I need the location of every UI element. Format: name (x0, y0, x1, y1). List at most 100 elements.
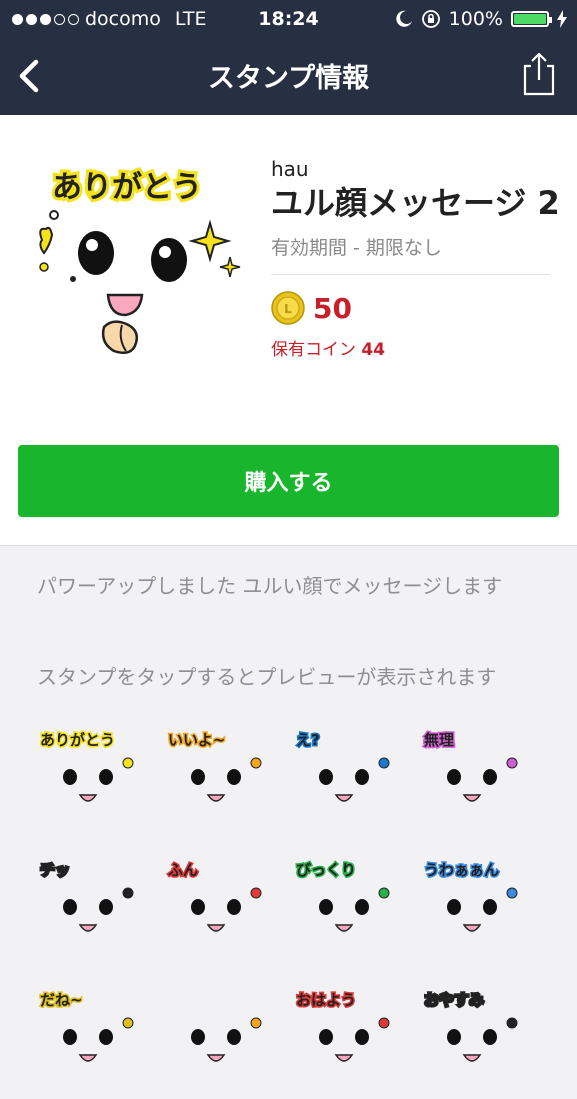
sticker-eye (63, 1029, 77, 1045)
owned-coins: 保有コイン 44 (271, 335, 561, 360)
sticker-thumbnail[interactable]: おはよう (286, 975, 406, 1095)
sticker-thumbnail[interactable]: ふん (158, 845, 278, 965)
sticker-eye (99, 769, 113, 785)
sticker-decoration (378, 887, 390, 899)
sticker-thumbnail-image: おやすみ (423, 990, 518, 1062)
sticker-thumbnail-text: おやすみ (424, 991, 484, 1009)
sticker-thumbnail-image: 無理 (423, 730, 518, 802)
sticker-eye (227, 769, 241, 785)
sticker-thumbnail-text: チッ (40, 861, 70, 879)
sticker-eye (483, 1029, 497, 1045)
sticker-mouth (206, 794, 226, 802)
share-icon[interactable] (519, 50, 559, 98)
sticker-thumbnail-image: おはよう (295, 990, 390, 1062)
sticker-mouth (78, 924, 98, 932)
sticker-thumbnail[interactable]: おやすみ (414, 975, 534, 1095)
sticker-thumbnail[interactable]: え? (286, 715, 406, 835)
sticker-thumbnail[interactable]: うわぁぁん (414, 845, 534, 965)
sticker-eye (191, 1029, 205, 1045)
sticker-thumbnail-image: うわぁぁん (423, 860, 518, 932)
sticker-decoration (250, 757, 262, 769)
sticker-mouth (334, 924, 354, 932)
sticker-thumbnail-text: え? (296, 731, 320, 749)
sticker-mouth (462, 794, 482, 802)
sticker-mouth (462, 1054, 482, 1062)
sticker-thumbnail-text: うわぁぁん (424, 861, 499, 879)
owned-coins-label: 保有コイン (271, 340, 356, 360)
sticker-eye (447, 899, 461, 915)
sticker-eye (63, 899, 77, 915)
sticker-thumbnail[interactable]: びっくり (286, 845, 406, 965)
sticker-thumbnail-text: ありがとう (40, 731, 115, 749)
sticker-thumbnail[interactable]: いいよ~ (158, 715, 278, 835)
validity-period: 有効期間 - 期限なし (271, 237, 442, 259)
sticker-thumbnail-text: おはよう (296, 991, 356, 1009)
sticker-mouth (334, 794, 354, 802)
sticker-mouth (206, 924, 226, 932)
sticker-author[interactable]: hau (271, 157, 561, 181)
nav-bar: スタンプ情報 (0, 40, 577, 112)
sticker-eye (63, 769, 77, 785)
sticker-eye (483, 769, 497, 785)
divider (271, 274, 549, 275)
page-title: スタンプ情報 (207, 63, 370, 94)
sticker-mouth (462, 924, 482, 932)
sticker-decoration (506, 887, 518, 899)
sticker-mouth (334, 1054, 354, 1062)
sticker-decoration (250, 887, 262, 899)
sticker-thumbnail-image: ふん (167, 860, 262, 932)
sticker-eye (355, 899, 369, 915)
header: docomo LTE 18:24 100% スタンプ情報 (0, 0, 577, 115)
sticker-eye (319, 899, 333, 915)
sticker-decoration (122, 1017, 134, 1029)
sticker-decoration (378, 757, 390, 769)
sticker-thumbnail-image: ありがとう (39, 730, 134, 802)
sticker-decoration (122, 757, 134, 769)
sticker-title: ユル顔メッセージ 2 (271, 184, 560, 222)
purchase-button[interactable]: 購入する (18, 445, 559, 517)
sticker-mouth (206, 1054, 226, 1062)
sticker-eye (191, 899, 205, 915)
sticker-thumbnail-image: びっくり (295, 860, 390, 932)
sticker-eye (227, 1029, 241, 1045)
sticker-eye (99, 1029, 113, 1045)
sticker-main-image: ありがとう (39, 167, 241, 354)
sticker-eye (319, 769, 333, 785)
sticker-eye (355, 1029, 369, 1045)
sticker-thumbnail-image: だね~ (39, 990, 134, 1062)
sticker-thumbnail[interactable]: だね~ (30, 975, 150, 1095)
sticker-eye (483, 899, 497, 915)
charging-icon (557, 10, 567, 28)
sticker-thumbnail[interactable]: 無理 (414, 715, 534, 835)
sticker-main-text: ありがとう (52, 170, 202, 205)
sticker-price: 50 (313, 291, 352, 325)
sticker-thumbnail[interactable]: チッ (30, 845, 150, 965)
sticker-thumbnail[interactable]: ありがとう (30, 715, 150, 835)
sticker-eye (447, 1029, 461, 1045)
sticker-mouth (78, 1054, 98, 1062)
sticker-thumbnail-text: いいよ~ (168, 731, 225, 749)
sticker-thumbnail-text: だね~ (40, 991, 83, 1009)
rotation-lock-icon (421, 10, 440, 28)
sticker-thumbnail-image: いいよ~ (167, 730, 262, 802)
sticker-eye (227, 899, 241, 915)
sticker-info-panel: ありがとう hau ユル顔メッセージ 2 有効期間 - 期限なし L 50 保有… (0, 115, 577, 546)
sticker-decoration (506, 757, 518, 769)
sticker-eye (319, 1029, 333, 1045)
moon-icon (395, 10, 412, 27)
sticker-thumbnail-text: びっくり (296, 861, 356, 879)
sticker-thumbnail-image (191, 1017, 262, 1062)
sticker-eye (191, 769, 205, 785)
sticker-thumbnail-text: ふん (168, 861, 198, 879)
battery-icon (511, 11, 552, 27)
sticker-eye (355, 769, 369, 785)
owned-coins-count: 44 (361, 340, 386, 360)
sticker-thumbnail-image: え? (295, 730, 390, 802)
sticker-thumbnail[interactable] (158, 975, 278, 1095)
preview-hint: スタンプをタップするとプレビューが表示されます (37, 665, 497, 689)
sticker-mouth (78, 794, 98, 802)
sticker-thumbnail-image: チッ (39, 860, 134, 932)
status-bar: docomo LTE 18:24 100% (0, 0, 577, 38)
battery-percent: 100% (448, 8, 503, 30)
coin-icon: L (271, 291, 305, 325)
